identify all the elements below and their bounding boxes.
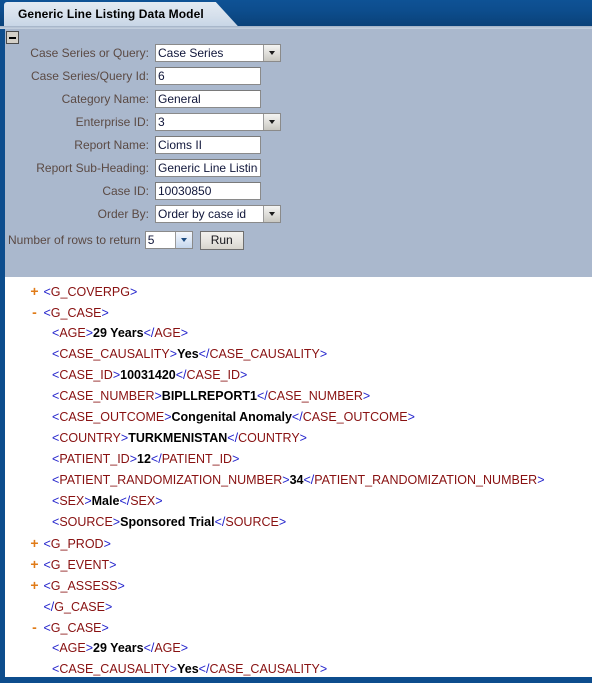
tab-label: Generic Line Listing Data Model: [18, 7, 204, 21]
select-order-by-value: Order by case id: [156, 205, 263, 222]
xml-line: + <G_COVERPG>: [5, 281, 592, 302]
xml-line: <CASE_CAUSALITY>Yes</CASE_CAUSALITY>: [52, 662, 328, 676]
xml-result-tree[interactable]: + <G_COVERPG> - <G_CASE> <AGE>29 Years</AG…: [0, 277, 592, 683]
label-order-by: Order By:: [97, 206, 149, 221]
spacer-icon: [29, 596, 40, 617]
chevron-down-icon[interactable]: [263, 205, 280, 222]
field-row-order-by: Order By: Order by case id: [5, 202, 592, 225]
select-case-series-or-query-value: Case Series: [156, 44, 263, 61]
input-case-series-query-id[interactable]: [155, 66, 261, 85]
xml-line: <CASE_ID>10031420</CASE_ID>: [52, 368, 248, 382]
label-case-id: Case ID:: [102, 183, 149, 198]
label-category-name: Category Name:: [61, 91, 149, 106]
xml-line: + <G_EVENT>: [5, 554, 592, 575]
run-button[interactable]: Run: [199, 230, 244, 250]
minus-icon: [9, 36, 16, 39]
xml-line: + <G_PROD>: [5, 533, 592, 554]
field-row-report-sub-heading: Report Sub-Heading:: [5, 156, 592, 179]
input-report-sub-heading[interactable]: [155, 158, 261, 177]
expand-icon[interactable]: +: [29, 554, 40, 575]
select-number-of-rows-value: 5: [145, 232, 175, 248]
xml-line: + <G_ASSESS>: [5, 575, 592, 596]
expand-icon[interactable]: +: [29, 575, 40, 596]
label-case-series-or-query: Case Series or Query:: [30, 45, 149, 60]
xml-line: <COUNTRY>TURKMENISTAN</COUNTRY>: [52, 431, 307, 445]
xml-line: <SEX>Male</SEX>: [52, 494, 163, 508]
select-order-by[interactable]: Order by case id: [155, 204, 281, 223]
field-row-case-series-query-id: Case Series/Query Id:: [5, 64, 592, 87]
collapse-icon[interactable]: -: [29, 617, 40, 638]
xml-line: - <G_CASE>: [5, 302, 592, 323]
parameter-field-list: Case Series or Query: Case Series Case S…: [5, 29, 592, 253]
xml-line: - <G_CASE>: [5, 617, 592, 638]
input-report-name[interactable]: [155, 135, 261, 154]
input-category-name[interactable]: [155, 89, 261, 108]
label-report-sub-heading: Report Sub-Heading:: [36, 160, 149, 175]
field-row-enterprise-id: Enterprise ID: 3: [5, 110, 592, 133]
expand-icon[interactable]: +: [29, 281, 40, 302]
select-enterprise-id[interactable]: 3: [155, 112, 281, 131]
field-row-case-series-or-query: Case Series or Query: Case Series: [5, 41, 592, 64]
xml-line: <PATIENT_RANDOMIZATION_NUMBER>34</PATIEN…: [52, 473, 545, 487]
parameter-form-panel: Case Series or Query: Case Series Case S…: [0, 29, 592, 277]
xml-line: <AGE>29 Years</AGE>: [52, 641, 189, 655]
xml-line: </G_CASE>: [5, 596, 592, 617]
label-number-of-rows-to-return: Number of rows to return: [8, 233, 141, 247]
input-case-id[interactable]: [155, 181, 261, 200]
select-number-of-rows[interactable]: 5: [144, 231, 193, 249]
field-row-case-id: Case ID:: [5, 179, 592, 202]
collapse-panel-button[interactable]: [6, 31, 19, 44]
data-model-window: Generic Line Listing Data Model Case Ser…: [0, 0, 592, 683]
tab-generic-line-listing-data-model[interactable]: Generic Line Listing Data Model: [4, 2, 238, 26]
xml-line: <PATIENT_ID>12</PATIENT_ID>: [52, 452, 240, 466]
window-titlebar: Generic Line Listing Data Model: [0, 0, 592, 26]
xml-line: <CASE_OUTCOME>Congenital Anomaly</CASE_O…: [52, 410, 415, 424]
field-row-report-name: Report Name:: [5, 133, 592, 156]
chevron-down-icon[interactable]: [174, 232, 192, 248]
select-case-series-or-query[interactable]: Case Series: [155, 43, 281, 62]
expand-icon[interactable]: +: [29, 533, 40, 554]
xml-line: <SOURCE>Sponsored Trial</SOURCE>: [52, 515, 287, 529]
xml-line: <CASE_CAUSALITY>Yes</CASE_CAUSALITY>: [52, 347, 328, 361]
chevron-down-icon[interactable]: [263, 113, 280, 130]
field-row-category-name: Category Name:: [5, 87, 592, 110]
collapse-icon[interactable]: -: [29, 302, 40, 323]
select-enterprise-id-value: 3: [156, 113, 263, 130]
label-report-name: Report Name:: [74, 137, 149, 152]
xml-line: <AGE>29 Years</AGE>: [52, 326, 189, 340]
label-enterprise-id: Enterprise ID:: [75, 114, 149, 129]
field-row-number-of-rows: Number of rows to return 5 Run: [5, 227, 592, 253]
chevron-down-icon[interactable]: [263, 44, 280, 61]
xml-line: <CASE_NUMBER>BIPLLREPORT1</CASE_NUMBER>: [52, 389, 371, 403]
label-case-series-query-id: Case Series/Query Id:: [30, 68, 149, 83]
